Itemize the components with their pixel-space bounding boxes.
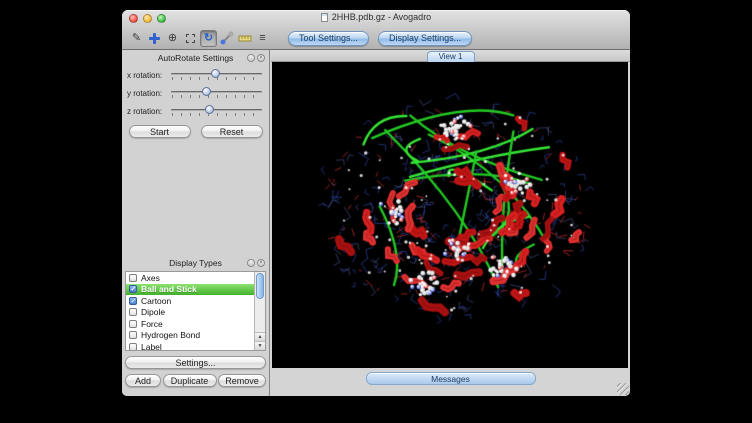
list-item-hydrogen-bond[interactable]: Hydrogen Bond	[126, 330, 254, 342]
titlebar[interactable]: 2HHB.pdb.gz - Avogadro	[122, 10, 630, 26]
settings-button[interactable]: Settings...	[125, 356, 266, 369]
checkbox[interactable]	[129, 285, 137, 293]
remove-button[interactable]: Remove	[218, 374, 266, 387]
z-rotation-label: z rotation:	[125, 107, 171, 116]
list-scrollbar[interactable]: ▲ ▼	[254, 272, 265, 350]
reset-button[interactable]: Reset	[201, 125, 263, 138]
molecule-canvas[interactable]	[272, 62, 628, 368]
window-header: 2HHB.pdb.gz - Avogadro ✎ ⊕ ↻ ≡ Tool Sett…	[122, 10, 630, 50]
selection-box-icon	[186, 34, 195, 43]
selection-tool-button[interactable]	[182, 30, 199, 47]
navigate-arrows-icon	[149, 33, 160, 44]
undock-icon[interactable]	[247, 259, 255, 267]
manipulate-tool-button[interactable]: ⊕	[164, 30, 181, 47]
main-area: View 1 Messages	[271, 50, 630, 396]
align-tool-button[interactable]: ≡	[254, 30, 271, 47]
window-title: 2HHB.pdb.gz - Avogadro	[122, 12, 630, 22]
rotate-icon: ↻	[204, 33, 213, 44]
start-button[interactable]: Start	[129, 125, 191, 138]
checkbox[interactable]	[129, 297, 137, 305]
list-item-label: Cartoon	[141, 296, 171, 306]
toolbar: ✎ ⊕ ↻ ≡ Tool Settings... Display Setting…	[122, 26, 630, 50]
list-item-cartoon[interactable]: Cartoon	[126, 295, 254, 307]
undock-icon[interactable]	[247, 54, 255, 62]
y-rotation-label: y rotation:	[125, 89, 171, 98]
list-item-label-type[interactable]: Label	[126, 341, 254, 351]
display-settings-button[interactable]: Display Settings...	[378, 31, 472, 46]
slider-thumb[interactable]	[202, 87, 211, 96]
ruler-icon	[238, 31, 252, 45]
x-rotation-row: x rotation:	[125, 68, 266, 82]
y-rotation-slider[interactable]	[171, 86, 262, 100]
bond-centric-icon	[220, 31, 234, 45]
x-rotation-label: x rotation:	[125, 71, 171, 80]
document-icon	[321, 13, 328, 22]
duplicate-button[interactable]: Duplicate	[163, 374, 217, 387]
slider-ticks	[172, 95, 261, 98]
list-item-label: Label	[141, 342, 162, 351]
measure-tool-button[interactable]	[236, 30, 253, 47]
draw-tool-button[interactable]: ✎	[128, 30, 145, 47]
sidebar: AutoRotate Settings × x rotation: y	[122, 50, 270, 396]
display-types-panel-title: Display Types ×	[125, 258, 266, 269]
desktop: 2HHB.pdb.gz - Avogadro ✎ ⊕ ↻ ≡ Tool Sett…	[0, 0, 752, 423]
autorotate-panel: AutoRotate Settings × x rotation: y	[125, 53, 266, 138]
close-icon[interactable]: ×	[257, 259, 265, 267]
checkbox[interactable]	[129, 331, 137, 339]
z-rotation-row: z rotation:	[125, 104, 266, 118]
z-rotation-slider[interactable]	[171, 104, 262, 118]
view-1-tab[interactable]: View 1	[427, 51, 475, 62]
resize-grip-icon[interactable]	[617, 383, 629, 395]
auto-rotate-tool-button[interactable]: ↻	[200, 30, 217, 47]
list-item-label: Ball and Stick	[141, 284, 197, 294]
slider-ticks	[172, 113, 261, 116]
bond-centric-tool-button[interactable]	[218, 30, 235, 47]
view-tabstrip: View 1	[271, 50, 630, 62]
y-rotation-row: y rotation:	[125, 86, 266, 100]
scrollbar-thumb[interactable]	[256, 273, 264, 299]
display-types-list: Axes Ball and Stick Cartoon Dipole Force…	[125, 271, 266, 351]
x-rotation-slider[interactable]	[171, 68, 262, 82]
navigate-tool-button[interactable]	[146, 30, 163, 47]
display-types-panel: Display Types × Axes Ball and Stick Cart…	[125, 258, 266, 390]
add-button[interactable]: Add	[125, 374, 161, 387]
scroll-up-icon[interactable]: ▲	[255, 332, 265, 341]
slider-track	[171, 109, 262, 111]
checkbox[interactable]	[129, 320, 137, 328]
list-item-label: Force	[141, 319, 163, 329]
scroll-down-icon[interactable]: ▼	[255, 341, 265, 350]
list-item-label: Hydrogen Bond	[141, 330, 200, 340]
list-item-label: Dipole	[141, 307, 165, 317]
close-icon[interactable]: ×	[257, 54, 265, 62]
avogadro-window: 2HHB.pdb.gz - Avogadro ✎ ⊕ ↻ ≡ Tool Sett…	[122, 10, 630, 396]
slider-track	[171, 91, 262, 93]
pencil-icon: ✎	[132, 33, 141, 44]
tool-settings-button[interactable]: Tool Settings...	[288, 31, 369, 46]
checkbox[interactable]	[129, 343, 137, 351]
slider-thumb[interactable]	[211, 69, 220, 78]
messages-bar[interactable]: Messages	[366, 372, 536, 385]
autorotate-panel-title: AutoRotate Settings ×	[125, 53, 266, 64]
list-item-axes[interactable]: Axes	[126, 272, 254, 284]
list-item-force[interactable]: Force	[126, 318, 254, 330]
list-item-dipole[interactable]: Dipole	[126, 307, 254, 319]
align-icon: ≡	[259, 33, 265, 44]
checkbox[interactable]	[129, 308, 137, 316]
list-item-ball-and-stick[interactable]: Ball and Stick	[126, 284, 254, 296]
checkbox[interactable]	[129, 274, 137, 282]
manipulate-icon: ⊕	[168, 33, 177, 44]
list-item-label: Axes	[141, 273, 160, 283]
